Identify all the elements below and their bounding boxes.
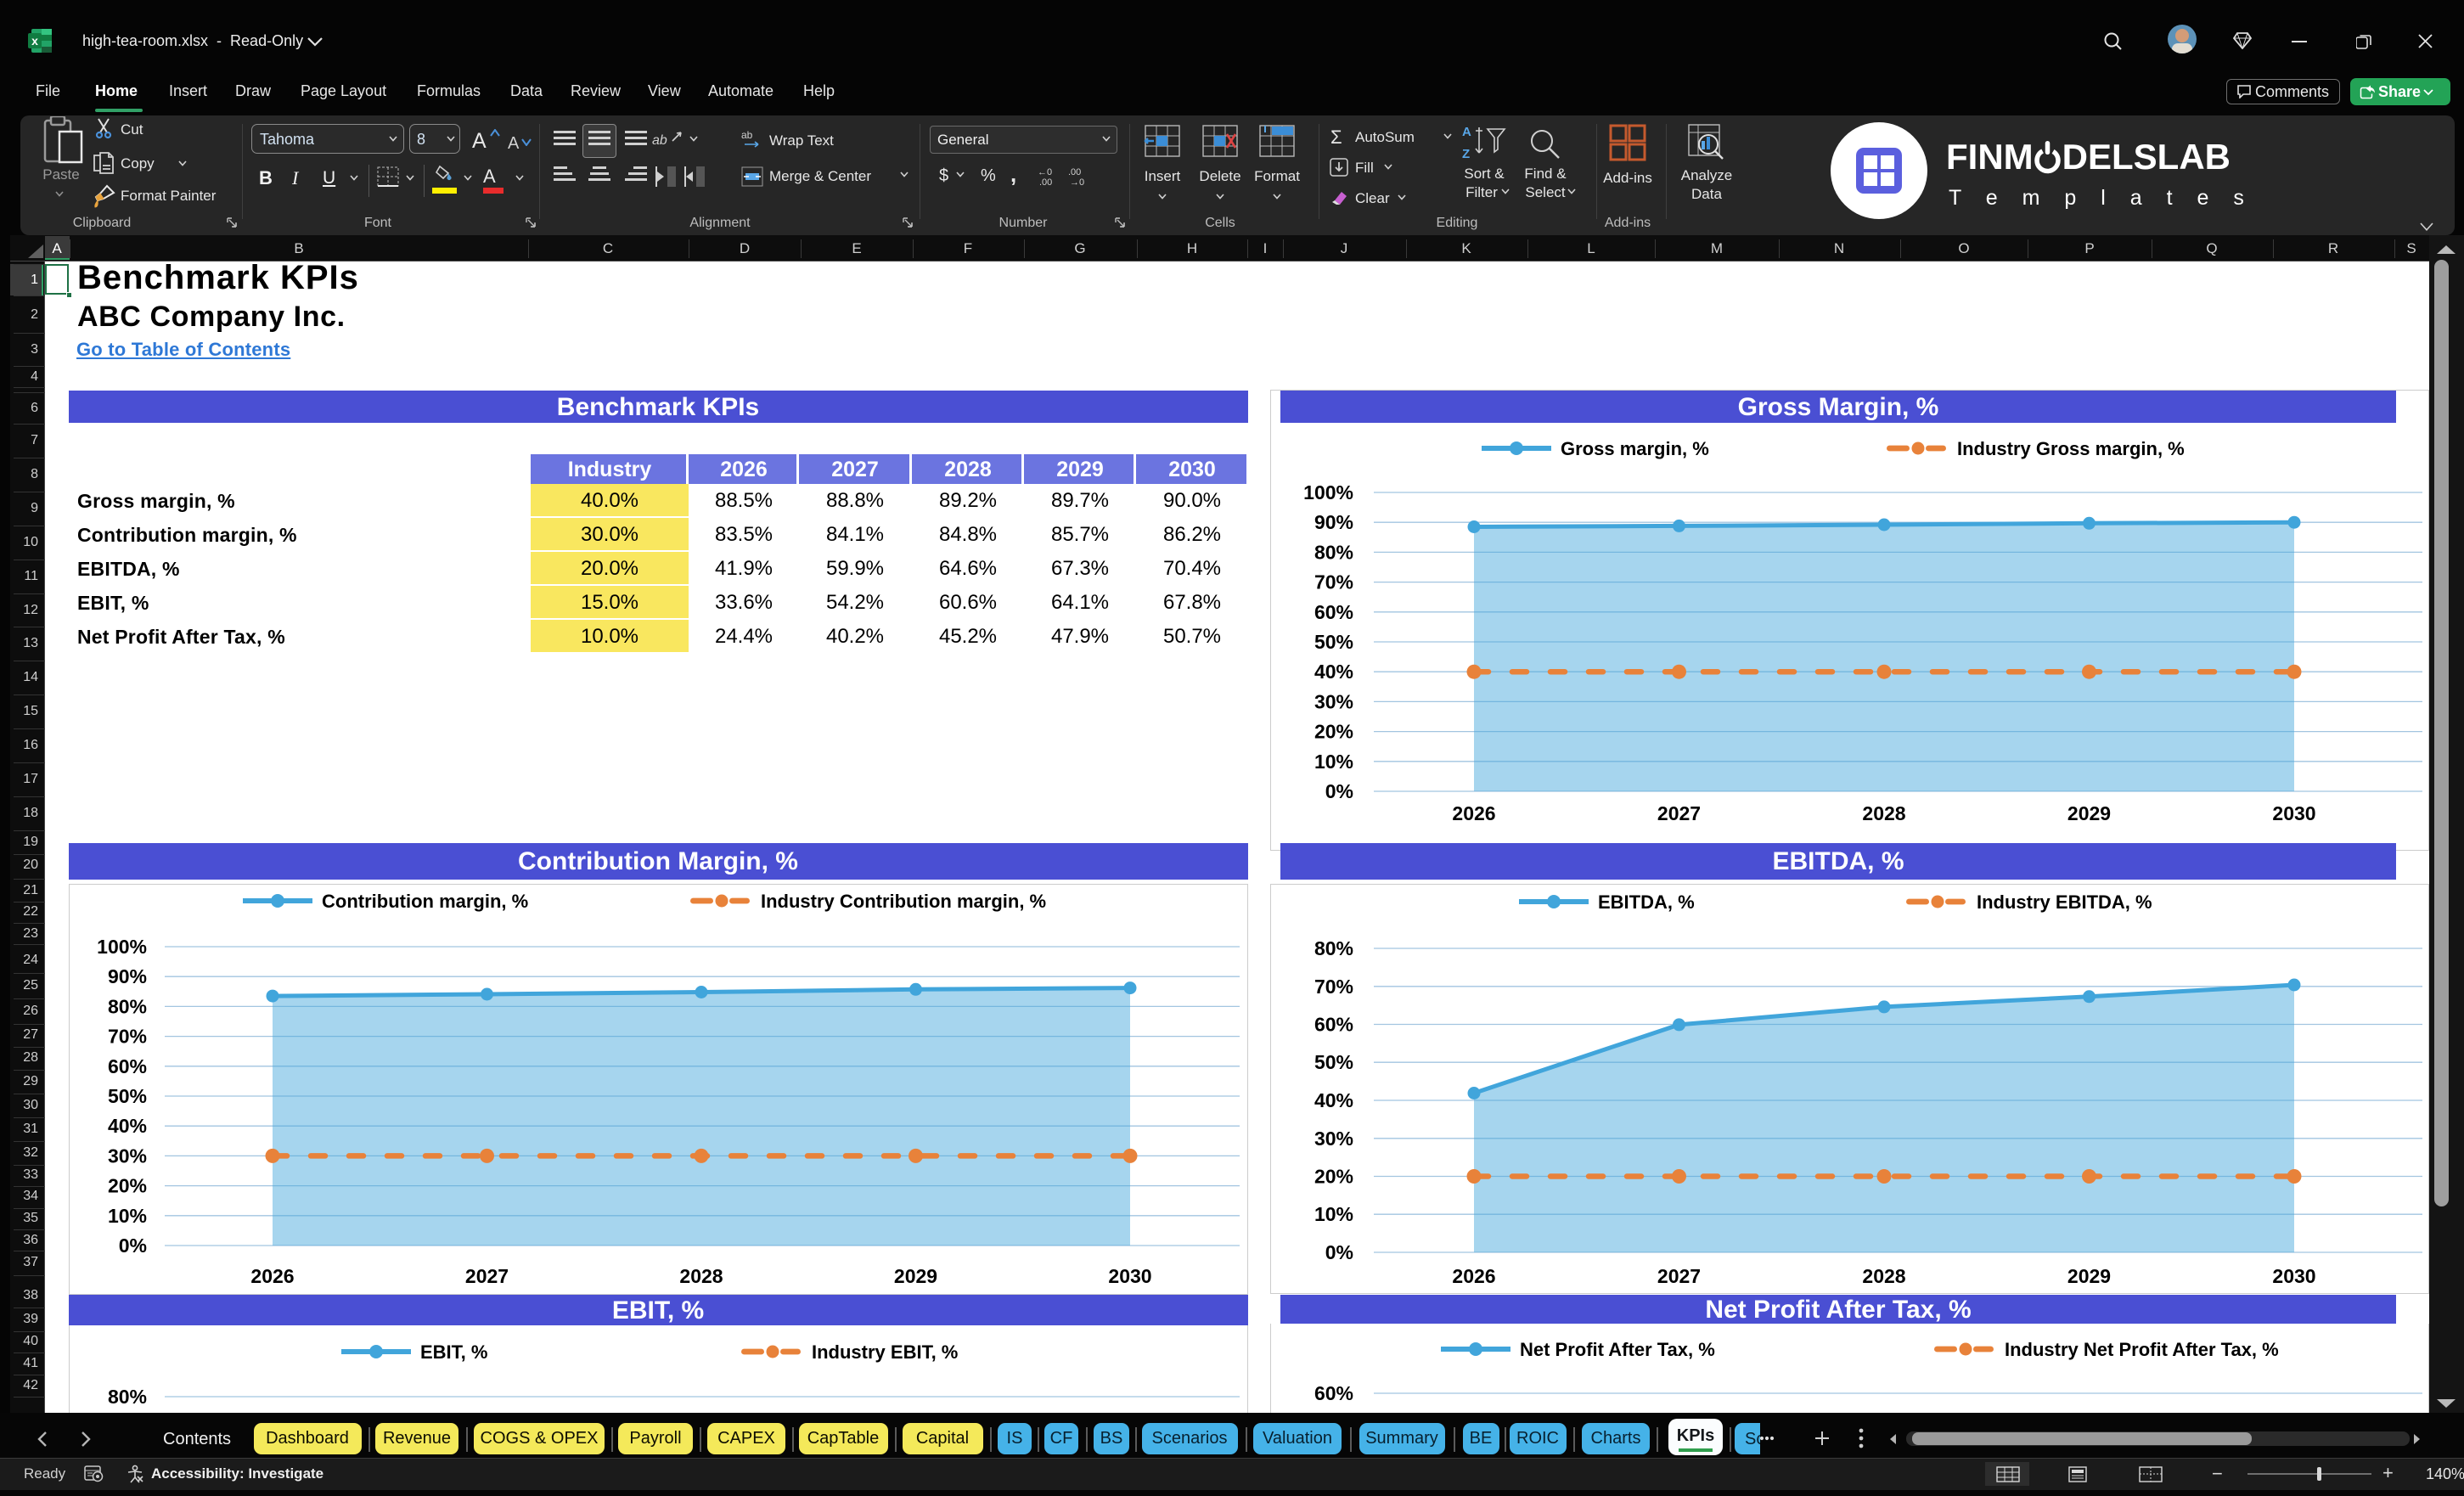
svg-text:40%: 40%: [1314, 661, 1353, 683]
svg-text:80%: 80%: [1314, 541, 1353, 563]
svg-text:2028: 2028: [1862, 1265, 1905, 1287]
svg-text:A: A: [1462, 125, 1471, 139]
svg-text:10%: 10%: [108, 1205, 147, 1227]
svg-text:Gross margin, %: Gross margin, %: [1561, 438, 1709, 459]
svg-text:80%: 80%: [1314, 937, 1353, 959]
svg-text:EBITDA, %: EBITDA, %: [1598, 891, 1695, 913]
svg-text:2026: 2026: [1452, 802, 1495, 824]
svg-text:0%: 0%: [119, 1234, 147, 1257]
svg-text:60%: 60%: [1314, 601, 1353, 623]
svg-text:20%: 20%: [1314, 1166, 1353, 1188]
svg-text:90%: 90%: [1314, 511, 1353, 533]
svg-text:ab: ab: [741, 129, 753, 141]
svg-text:2030: 2030: [2272, 1265, 2315, 1287]
svg-text:40%: 40%: [1314, 1089, 1353, 1111]
svg-text:Industry Gross margin, %: Industry Gross margin, %: [1957, 438, 2185, 459]
svg-text:80%: 80%: [108, 1386, 147, 1408]
svg-text:x: x: [31, 34, 38, 48]
svg-text:90%: 90%: [108, 965, 147, 987]
svg-text:60%: 60%: [1314, 1014, 1353, 1036]
svg-text:100%: 100%: [1303, 481, 1353, 503]
svg-text:10%: 10%: [1314, 1203, 1353, 1225]
svg-text:2029: 2029: [894, 1265, 937, 1287]
svg-text:20%: 20%: [108, 1175, 147, 1197]
svg-text:2027: 2027: [1657, 802, 1701, 824]
svg-text:50%: 50%: [108, 1085, 147, 1107]
svg-text:2030: 2030: [2272, 802, 2315, 824]
svg-text:10%: 10%: [1314, 751, 1353, 773]
svg-text:70%: 70%: [1314, 976, 1353, 998]
svg-text:2026: 2026: [1452, 1265, 1495, 1287]
svg-text:2027: 2027: [1657, 1265, 1701, 1287]
svg-text:2029: 2029: [2067, 1265, 2111, 1287]
svg-text:80%: 80%: [108, 995, 147, 1017]
svg-text:50%: 50%: [1314, 1051, 1353, 1073]
svg-text:2027: 2027: [465, 1265, 509, 1287]
svg-text:30%: 30%: [1314, 1128, 1353, 1150]
svg-text:Industry Contribution margin,: Industry Contribution margin, %: [761, 891, 1046, 912]
svg-text:40%: 40%: [108, 1115, 147, 1137]
svg-text:2028: 2028: [679, 1265, 723, 1287]
svg-text:2030: 2030: [1108, 1265, 1151, 1287]
svg-text:70%: 70%: [1314, 571, 1353, 593]
svg-text:50%: 50%: [1314, 631, 1353, 653]
svg-text:2028: 2028: [1862, 802, 1905, 824]
svg-text:30%: 30%: [108, 1144, 147, 1167]
svg-text:100%: 100%: [97, 936, 147, 958]
svg-text:Contribution margin, %: Contribution margin, %: [322, 891, 528, 912]
svg-text:0%: 0%: [1325, 1241, 1353, 1263]
svg-text:Industry EBITDA, %: Industry EBITDA, %: [1977, 891, 2152, 913]
svg-text:2029: 2029: [2067, 802, 2111, 824]
svg-text:60%: 60%: [1314, 1382, 1353, 1404]
svg-text:0%: 0%: [1325, 780, 1353, 802]
svg-text:60%: 60%: [108, 1055, 147, 1077]
svg-text:70%: 70%: [108, 1026, 147, 1048]
svg-text:30%: 30%: [1314, 690, 1353, 712]
svg-text:2026: 2026: [250, 1265, 294, 1287]
svg-text:20%: 20%: [1314, 721, 1353, 743]
